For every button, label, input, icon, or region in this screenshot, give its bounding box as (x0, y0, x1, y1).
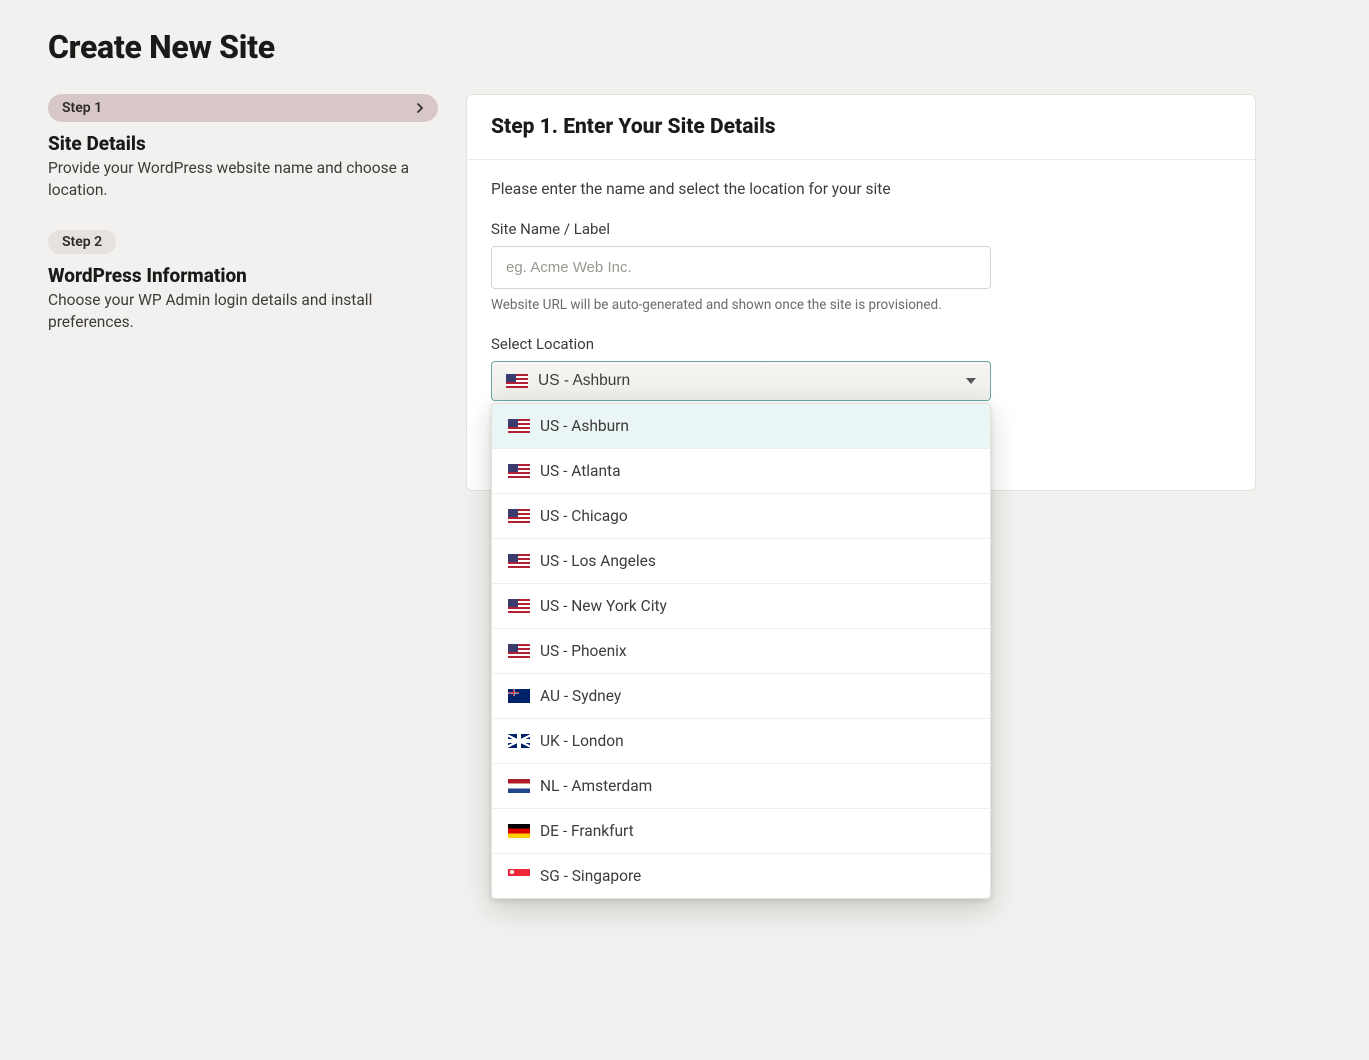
form-card-header: Step 1. Enter Your Site Details (467, 95, 1255, 160)
location-option-label: SG - Singapore (540, 867, 641, 885)
location-option[interactable]: US - Ashburn (492, 404, 990, 448)
site-name-input[interactable] (491, 246, 991, 289)
location-option-label: UK - London (540, 732, 624, 750)
location-dropdown: US - Ashburn US - Atlanta US - Chicago US -… (491, 403, 991, 899)
location-option[interactable]: US - Chicago (492, 493, 990, 538)
uk-flag-icon (508, 734, 530, 748)
location-option-label: US - Ashburn (540, 417, 629, 435)
step-2-pill[interactable]: Step 2 (48, 230, 116, 254)
location-option[interactable]: US - Phoenix (492, 628, 990, 673)
steps-sidebar: Step 1 Site Details Provide your WordPre… (48, 94, 438, 362)
sg-flag-icon (508, 869, 530, 883)
site-name-label: Site Name / Label (491, 220, 1231, 238)
location-option[interactable]: SG - Singapore (492, 853, 990, 898)
page-title: Create New Site (48, 28, 1321, 66)
us-flag-icon (508, 509, 530, 523)
location-option[interactable]: US - New York City (492, 583, 990, 628)
step-2-desc: Choose your WP Admin login details and i… (48, 289, 438, 334)
caret-down-icon (966, 378, 976, 384)
form-card: Step 1. Enter Your Site Details Please e… (466, 94, 1256, 491)
location-selected-text: US - Ashburn (538, 372, 630, 390)
step-2-block: Step 2 WordPress Information Choose your… (48, 230, 438, 334)
location-option[interactable]: UK - London (492, 718, 990, 763)
location-label: Select Location (491, 335, 1231, 353)
location-option-label: US - Los Angeles (540, 552, 656, 570)
location-option-label: US - New York City (540, 597, 667, 615)
location-option-label: US - Phoenix (540, 642, 627, 660)
location-option[interactable]: US - Los Angeles (492, 538, 990, 583)
step-1-heading: Site Details (48, 132, 438, 155)
location-option-label: AU - Sydney (540, 687, 621, 705)
location-option-label: US - Atlanta (540, 462, 621, 480)
form-intro: Please enter the name and select the loc… (491, 180, 1231, 198)
step-1-pill-label: Step 1 (62, 100, 102, 116)
us-flag-icon (508, 554, 530, 568)
step-1-block: Step 1 Site Details Provide your WordPre… (48, 94, 438, 202)
site-name-field: Site Name / Label Website URL will be au… (491, 220, 1231, 313)
au-flag-icon (508, 689, 530, 703)
nl-flag-icon (508, 779, 530, 793)
site-name-helper: Website URL will be auto-generated and s… (491, 297, 1231, 313)
step-2-pill-label: Step 2 (62, 234, 102, 250)
form-heading: Step 1. Enter Your Site Details (491, 115, 1231, 139)
step-1-pill[interactable]: Step 1 (48, 94, 438, 122)
us-flag-icon (508, 599, 530, 613)
location-option-label: US - Chicago (540, 507, 628, 525)
us-flag-icon (508, 464, 530, 478)
us-flag-icon (506, 374, 528, 388)
us-flag-icon (508, 644, 530, 658)
location-option[interactable]: NL - Amsterdam (492, 763, 990, 808)
de-flag-icon (508, 824, 530, 838)
location-option[interactable]: AU - Sydney (492, 673, 990, 718)
location-option-label: DE - Frankfurt (540, 822, 634, 840)
location-select[interactable]: US - Ashburn (491, 361, 991, 401)
location-option[interactable]: DE - Frankfurt (492, 808, 990, 853)
chevron-right-icon (410, 98, 430, 118)
location-option-label: NL - Amsterdam (540, 777, 652, 795)
location-field: Select Location US - Ashburn US - Ashbur… (491, 335, 1231, 401)
step-2-heading: WordPress Information (48, 264, 438, 287)
step-1-desc: Provide your WordPress website name and … (48, 157, 438, 202)
us-flag-icon (508, 419, 530, 433)
location-option[interactable]: US - Atlanta (492, 448, 990, 493)
